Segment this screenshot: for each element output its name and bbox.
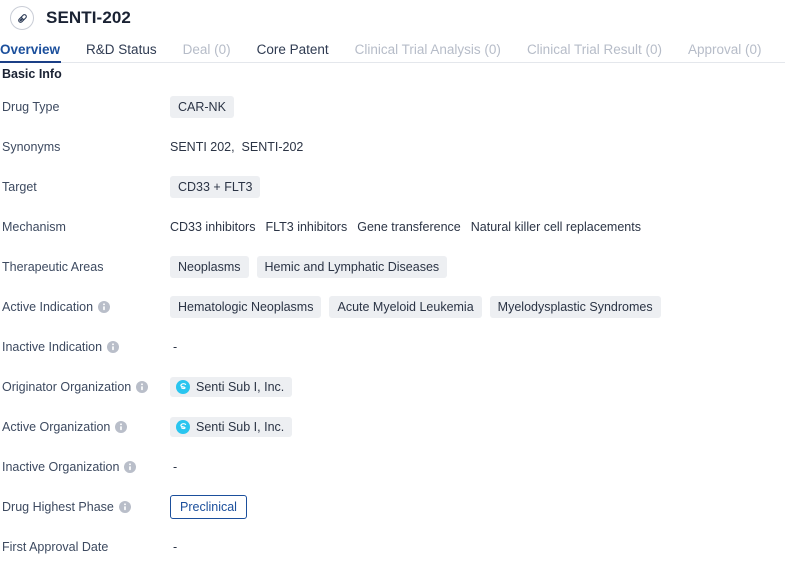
info-row-therapeutic-areas: Therapeutic Areas Neoplasms Hemic and Lymp… — [0, 247, 785, 287]
pill-icon — [10, 6, 34, 30]
value-chip[interactable]: Acute Myeloid Leukemia — [329, 296, 482, 318]
organization-chip-label: Senti Sub I, Inc. — [196, 380, 285, 394]
empty-value: - — [173, 460, 178, 474]
row-label-inactive-organization: Inactive Organization — [0, 460, 166, 474]
row-label-text: Mechanism — [2, 220, 66, 234]
tab-core-patent[interactable]: Core Patent — [257, 42, 329, 63]
value-chip[interactable]: CD33 + FLT3 — [170, 176, 261, 198]
row-label-target: Target — [0, 180, 166, 194]
info-icon[interactable] — [115, 421, 128, 433]
tab-approval-0[interactable]: Approval (0) — [688, 42, 762, 63]
mechanism-item[interactable]: CD33 inhibitors — [170, 220, 255, 234]
value-chip[interactable]: Hemic and Lymphatic Diseases — [256, 256, 448, 278]
info-icon[interactable] — [107, 341, 120, 353]
row-label-mechanism: Mechanism — [0, 220, 166, 234]
row-label-inactive-indication: Inactive Indication — [0, 340, 166, 354]
value-text: SENTI 202, SENTI-202 — [170, 140, 304, 154]
organization-chip[interactable]: Senti Sub I, Inc. — [170, 417, 293, 437]
mechanism-item[interactable]: Natural killer cell replacements — [471, 220, 641, 234]
info-row-inactive-organization: Inactive Organization - — [0, 447, 785, 487]
empty-value: - — [173, 540, 178, 554]
tab-deal-0[interactable]: Deal (0) — [183, 42, 231, 63]
organization-logo-icon — [176, 420, 190, 434]
row-label-active-organization: Active Organization — [0, 420, 166, 434]
row-value-synonyms: SENTI 202, SENTI-202 — [166, 140, 785, 154]
row-label-text: Active Indication — [2, 300, 94, 314]
phase-badge[interactable]: Preclinical — [170, 495, 247, 519]
row-value-mechanism: CD33 inhibitors FLT3 inhibitors Gene trans… — [166, 220, 785, 234]
row-label-text: Drug Highest Phase — [2, 500, 114, 514]
tab-clinical-trial-result-0[interactable]: Clinical Trial Result (0) — [527, 42, 662, 63]
row-label-text: Therapeutic Areas — [2, 260, 104, 274]
section-title: Basic Info — [2, 67, 62, 81]
info-row-target: Target CD33 + FLT3 — [0, 167, 785, 207]
info-row-first-approval-date: First Approval Date - — [0, 527, 785, 567]
info-icon[interactable] — [124, 461, 137, 473]
value-chip[interactable]: Hematologic Neoplasms — [170, 296, 322, 318]
row-value-drug-type: CAR-NK — [166, 96, 785, 118]
row-label-text: Inactive Organization — [2, 460, 120, 474]
tab-overview[interactable]: Overview — [0, 42, 62, 63]
row-label-text: Active Organization — [2, 420, 111, 434]
page-title: SENTI-202 — [46, 8, 131, 27]
row-label-originator-organization: Originator Organization — [0, 380, 166, 394]
info-row-synonyms: Synonyms SENTI 202, SENTI-202 — [0, 127, 785, 167]
info-row-drug-type: Drug Type CAR-NK — [0, 87, 785, 127]
info-row-mechanism: Mechanism CD33 inhibitors FLT3 inhibitors G… — [0, 207, 785, 247]
row-value-inactive-organization: - — [166, 460, 785, 474]
mechanism-item[interactable]: Gene transference — [357, 220, 461, 234]
organization-chip[interactable]: Senti Sub I, Inc. — [170, 377, 293, 397]
row-label-text: Synonyms — [2, 140, 61, 154]
row-value-target: CD33 + FLT3 — [166, 176, 785, 198]
info-icon[interactable] — [118, 501, 131, 513]
row-value-active-indication: Hematologic Neoplasms Acute Myeloid Leuke… — [166, 296, 785, 318]
info-icon[interactable] — [98, 301, 111, 313]
page-header: SENTI-202 — [0, 0, 785, 36]
tab-bar: Overview R&D Status Deal (0) Core Patent Cli… — [0, 36, 785, 63]
row-value-first-approval-date: - — [166, 540, 785, 554]
row-label-text: Target — [2, 180, 37, 194]
row-label-text: Inactive Indication — [2, 340, 103, 354]
empty-value: - — [173, 340, 178, 354]
info-icon[interactable] — [136, 381, 149, 393]
row-value-therapeutic-areas: Neoplasms Hemic and Lymphatic Diseases — [166, 256, 785, 278]
row-label-text: Drug Type — [2, 100, 60, 114]
value-chip[interactable]: Neoplasms — [170, 256, 249, 278]
tab-clinical-trial-analysis-0[interactable]: Clinical Trial Analysis (0) — [355, 42, 501, 63]
row-label-active-indication: Active Indication — [0, 300, 166, 314]
basic-info-rows: Drug Type CAR-NK Synonyms SENTI 202, SENTI-… — [0, 81, 785, 567]
organization-chip-label: Senti Sub I, Inc. — [196, 420, 285, 434]
organization-logo-icon — [176, 380, 190, 394]
info-row-drug-highest-phase: Drug Highest Phase Preclinical — [0, 487, 785, 527]
value-chip[interactable]: CAR-NK — [170, 96, 234, 118]
row-label-therapeutic-areas: Therapeutic Areas — [0, 260, 166, 274]
mechanism-item[interactable]: FLT3 inhibitors — [265, 220, 347, 234]
row-value-originator-organization: Senti Sub I, Inc. — [166, 377, 785, 397]
tab-r-d-status[interactable]: R&D Status — [86, 42, 157, 63]
row-label-drug-highest-phase: Drug Highest Phase — [0, 500, 166, 514]
row-label-drug-type: Drug Type — [0, 100, 166, 114]
row-value-active-organization: Senti Sub I, Inc. — [166, 417, 785, 437]
info-row-inactive-indication: Inactive Indication - — [0, 327, 785, 367]
row-value-drug-highest-phase: Preclinical — [166, 495, 785, 519]
row-label-synonyms: Synonyms — [0, 140, 166, 154]
info-row-originator-organization: Originator Organization Senti Sub I, Inc. — [0, 367, 785, 407]
row-label-text: First Approval Date — [2, 540, 109, 554]
value-chip[interactable]: Myelodysplastic Syndromes — [489, 296, 661, 318]
row-label-first-approval-date: First Approval Date — [0, 540, 166, 554]
row-label-text: Originator Organization — [2, 380, 132, 394]
info-row-active-organization: Active Organization Senti Sub I, Inc. — [0, 407, 785, 447]
row-value-inactive-indication: - — [166, 340, 785, 354]
info-row-active-indication: Active Indication Hematologic Neoplasms Ac… — [0, 287, 785, 327]
